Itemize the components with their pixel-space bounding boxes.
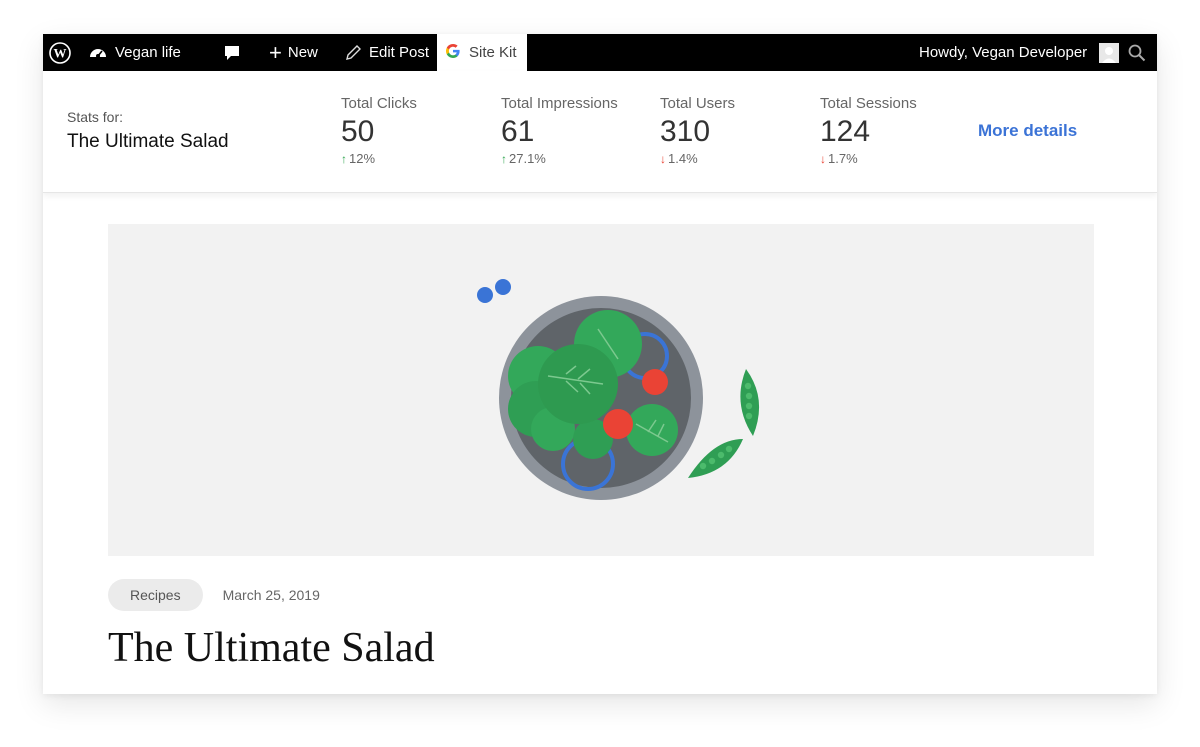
plus-icon: + — [269, 39, 282, 65]
account-menu[interactable]: Howdy, Vegan Developer — [919, 34, 1120, 71]
metric-change-value: 27.1% — [509, 151, 546, 166]
stats-for-label: Stats for: — [67, 109, 124, 125]
metric-change: ↑ 27.1% — [501, 151, 618, 166]
arrow-up-icon: ↑ — [341, 151, 347, 166]
metric-label: Total Users — [660, 95, 736, 112]
dashboard-gauge-icon — [88, 44, 108, 62]
metric-value: 310 — [660, 115, 711, 148]
metric-total-impressions: Total Impressions 61 ↑ 27.1% — [501, 95, 618, 166]
browser-frame: W Vegan life + New Edit Post Site Kit Ho… — [43, 34, 1157, 694]
metric-label: Total Sessions — [820, 95, 917, 112]
edit-post-label: Edit Post — [369, 44, 430, 61]
post-date: March 25, 2019 — [222, 587, 320, 603]
post-meta: Recipes March 25, 2019 — [108, 579, 320, 611]
metric-label: Total Clicks — [341, 95, 417, 112]
metric-total-users: Total Users 310 ↓ 1.4% — [660, 95, 735, 166]
pencil-icon — [345, 44, 362, 61]
arrow-down-icon: ↓ — [820, 151, 826, 166]
metric-change: ↓ 1.7% — [820, 151, 917, 166]
featured-image — [108, 224, 1094, 556]
metric-change-value: 1.7% — [828, 151, 858, 166]
more-details-link[interactable]: More details — [978, 121, 1077, 141]
metric-label: Total Impressions — [501, 95, 618, 112]
google-g-icon — [445, 43, 461, 63]
greeting-label: Howdy, Vegan Developer — [919, 44, 1088, 61]
edit-post-button[interactable]: Edit Post — [345, 34, 429, 71]
sitekit-stats-panel: Stats for: The Ultimate Salad Total Clic… — [43, 71, 1157, 193]
metric-value: 124 — [820, 115, 871, 148]
sitekit-menu-button[interactable]: Site Kit — [437, 34, 527, 71]
wordpress-logo-icon[interactable]: W — [49, 34, 73, 71]
salad-bowl-illustration — [477, 279, 760, 500]
site-name-link[interactable]: Vegan life — [88, 34, 181, 71]
comment-bubble-icon[interactable] — [223, 34, 241, 71]
category-pill[interactable]: Recipes — [108, 579, 203, 611]
metric-total-clicks: Total Clicks 50 ↑ 12% — [341, 95, 417, 166]
admin-bar: W Vegan life + New Edit Post Site Kit Ho… — [43, 34, 1157, 71]
metric-total-sessions: Total Sessions 124 ↓ 1.7% — [820, 95, 917, 166]
svg-text:W: W — [54, 45, 67, 60]
metric-change-value: 12% — [349, 151, 376, 166]
metric-value: 50 — [341, 115, 375, 148]
site-name-label: Vegan life — [115, 44, 181, 61]
arrow-down-icon: ↓ — [660, 151, 666, 166]
avatar — [1099, 42, 1120, 63]
search-icon[interactable] — [1128, 34, 1146, 71]
metric-change-value: 1.4% — [668, 151, 698, 166]
metric-change: ↓ 1.4% — [660, 151, 735, 166]
metric-value: 61 — [501, 115, 535, 148]
sitekit-label: Site Kit — [469, 44, 517, 61]
metric-change: ↑ 12% — [341, 151, 417, 166]
new-content-button[interactable]: + New — [269, 34, 318, 71]
stats-post-title: The Ultimate Salad — [67, 131, 229, 152]
post-title: The Ultimate Salad — [108, 625, 435, 671]
new-label: New — [287, 44, 318, 61]
arrow-up-icon: ↑ — [501, 151, 507, 166]
